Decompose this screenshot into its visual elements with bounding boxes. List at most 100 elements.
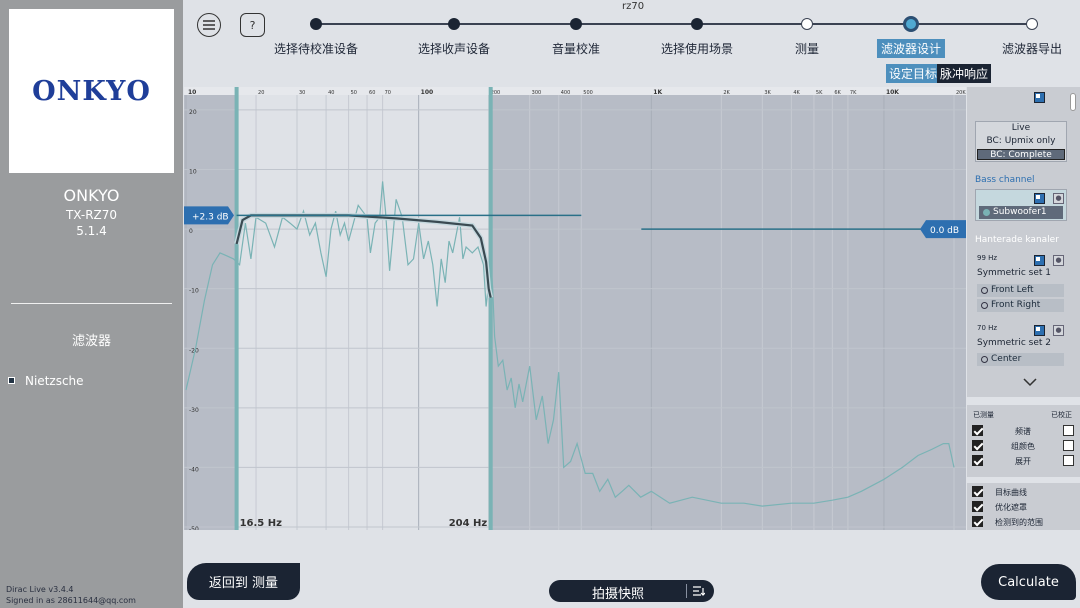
device-name: ONKYO <box>63 186 120 205</box>
step-label-1[interactable]: 选择待校准设备 <box>274 40 358 57</box>
y-tick-label: 20 <box>189 109 197 116</box>
step-dot-1[interactable] <box>310 18 322 30</box>
in-range-region <box>236 87 491 530</box>
response-chart[interactable]: 10 20 30 40 50 60 70 100 200 300 400 500 1K 2K 3K 4K 5K 6… <box>184 87 966 530</box>
y-tick-label: -40 <box>189 466 199 473</box>
x-tick-label: 2K <box>723 90 730 96</box>
filter-item-label[interactable]: Nietzsche <box>25 374 84 388</box>
measured-checkbox-expand[interactable] <box>972 455 983 466</box>
bass-channel-title: Bass channel <box>975 175 1035 185</box>
stepper-track <box>316 23 1033 25</box>
help-button[interactable]: ? <box>240 13 265 37</box>
back-to-measure-button[interactable]: 返回到 测量 <box>187 563 300 600</box>
mode-selector: Live BC: Upmix only BC: Complete <box>975 121 1067 162</box>
scrollbar-thumb[interactable] <box>1070 93 1076 111</box>
detected-range-checkbox[interactable] <box>972 516 983 527</box>
frequency-response-graph[interactable]: 10 20 30 40 50 60 70 100 200 300 400 500 1K 2K 3K 4K 5K 6… <box>184 87 966 530</box>
step-label-7[interactable]: 滤波器导出 <box>1002 40 1062 57</box>
corrected-checkbox-group-color[interactable] <box>1063 440 1074 451</box>
step-label-2[interactable]: 选择收声设备 <box>418 40 490 57</box>
optimization-mask-label: 优化遮罩 <box>995 503 1027 512</box>
brand-logo: ONKYO <box>9 9 174 173</box>
x-tick-label: 60 <box>369 90 375 96</box>
step-dot-2[interactable] <box>448 18 460 30</box>
step-label-3[interactable]: 音量校准 <box>552 40 600 57</box>
y-tick-label: 10 <box>189 169 197 176</box>
menu-button[interactable] <box>197 13 221 37</box>
y-tick-label: -30 <box>189 407 199 414</box>
set2-frequency: 70 Hz <box>977 324 998 332</box>
eye-icon[interactable]: ● <box>1053 255 1064 266</box>
x-tick-label: 10 <box>188 89 196 96</box>
target-curve-checkbox[interactable] <box>972 486 983 497</box>
x-tick-label: 10K <box>886 89 899 96</box>
x-tick-label: 400 <box>561 90 571 96</box>
out-of-range-shade-right <box>490 87 966 530</box>
corrected-checkbox-spectrum[interactable] <box>1063 425 1074 436</box>
channel-dot-icon <box>983 209 990 216</box>
step-label-6[interactable]: 滤波器设计 <box>876 39 946 58</box>
low-cutoff-label: 16.5 Hz <box>240 518 283 529</box>
snapshot-list-icon[interactable] <box>693 586 705 596</box>
filter-checkbox[interactable] <box>8 377 15 384</box>
channel-ring-icon <box>981 302 988 309</box>
channel-front-left[interactable]: Front Left <box>977 284 1064 297</box>
back-button-label: 返回到 测量 <box>208 576 279 591</box>
tab-impulse-response[interactable]: 脉冲响应 <box>937 64 992 83</box>
y-tick-label: 0 <box>189 228 193 235</box>
snapshot-label: 拍摄快照 <box>592 587 645 602</box>
sidebar: ONKYO ONKYO TX-RZ70 5.1.4 滤波器 Nietzsche … <box>0 0 183 608</box>
sidebar-divider <box>11 303 172 304</box>
x-tick-label: 100 <box>421 89 434 96</box>
filters-title: 滤波器 <box>71 334 111 349</box>
detected-range-label: 检测到的范围 <box>995 518 1043 527</box>
tab-set-target[interactable]: 设定目标 <box>886 64 941 83</box>
mode-option-complete[interactable]: BC: Complete <box>977 149 1065 160</box>
x-tick-label: 7K <box>850 90 857 96</box>
step-dot-3[interactable] <box>570 18 582 30</box>
layout-icon[interactable] <box>1034 255 1045 266</box>
step-label-4[interactable]: 选择使用场景 <box>661 40 733 57</box>
x-tick-label: 300 <box>532 90 542 96</box>
step-dot-6[interactable] <box>903 16 919 32</box>
x-tick-label: 20K <box>956 90 966 96</box>
subwoofer-item[interactable]: Subwoofer1 <box>979 206 1063 219</box>
x-tick-label: 3K <box>764 90 771 96</box>
layout-icon[interactable] <box>1034 325 1045 336</box>
x-tick-label: 500 <box>583 90 593 96</box>
x-tick-label: 4K <box>793 90 800 96</box>
channel-ring-icon <box>981 287 988 294</box>
channel-label: Center <box>991 354 1022 364</box>
snapshot-button[interactable]: 拍摄快照 <box>549 580 714 602</box>
y-tick-label: -10 <box>189 288 199 295</box>
high-cutoff-label: 204 Hz <box>449 518 488 529</box>
mode-option-upmix[interactable]: BC: Upmix only <box>977 136 1065 147</box>
chevron-down-icon[interactable] <box>1023 378 1037 387</box>
optimization-mask-checkbox[interactable] <box>972 501 983 512</box>
device-model: TX-RZ70 <box>65 208 118 222</box>
set2-name: Symmetric set 2 <box>977 338 1051 348</box>
project-name: rz70 <box>622 1 645 12</box>
step-dot-5[interactable] <box>801 18 813 30</box>
x-tick-label: 5K <box>816 90 823 96</box>
channel-center[interactable]: Center <box>977 353 1064 366</box>
channel-config: 5.1.4 <box>76 224 107 238</box>
calculate-button[interactable]: Calculate <box>981 564 1076 600</box>
eye-icon[interactable]: ● <box>1053 193 1064 204</box>
step-label-5[interactable]: 测量 <box>795 40 819 57</box>
measured-header: 已测量 <box>973 411 994 419</box>
channel-front-right[interactable]: Front Right <box>977 299 1064 312</box>
measured-checkbox-group-color[interactable] <box>972 440 983 451</box>
high-cutoff-handle <box>488 87 493 530</box>
layout-icon[interactable] <box>1034 193 1045 204</box>
layout-icon[interactable] <box>1034 92 1045 103</box>
channel-panel: Live BC: Upmix only BC: Complete Bass ch… <box>967 87 1080 397</box>
step-dot-7[interactable] <box>1026 18 1038 30</box>
mode-option-live[interactable]: Live <box>977 123 1065 134</box>
eye-icon[interactable]: ● <box>1053 325 1064 336</box>
corrected-checkbox-expand[interactable] <box>1063 455 1074 466</box>
step-dot-4[interactable] <box>691 18 703 30</box>
measured-checkbox-spectrum[interactable] <box>972 425 983 436</box>
x-tick-label: 30 <box>299 90 305 96</box>
display-options-panel: 已测量 已校正 频谱 组颜色 展开 <box>967 405 1080 477</box>
